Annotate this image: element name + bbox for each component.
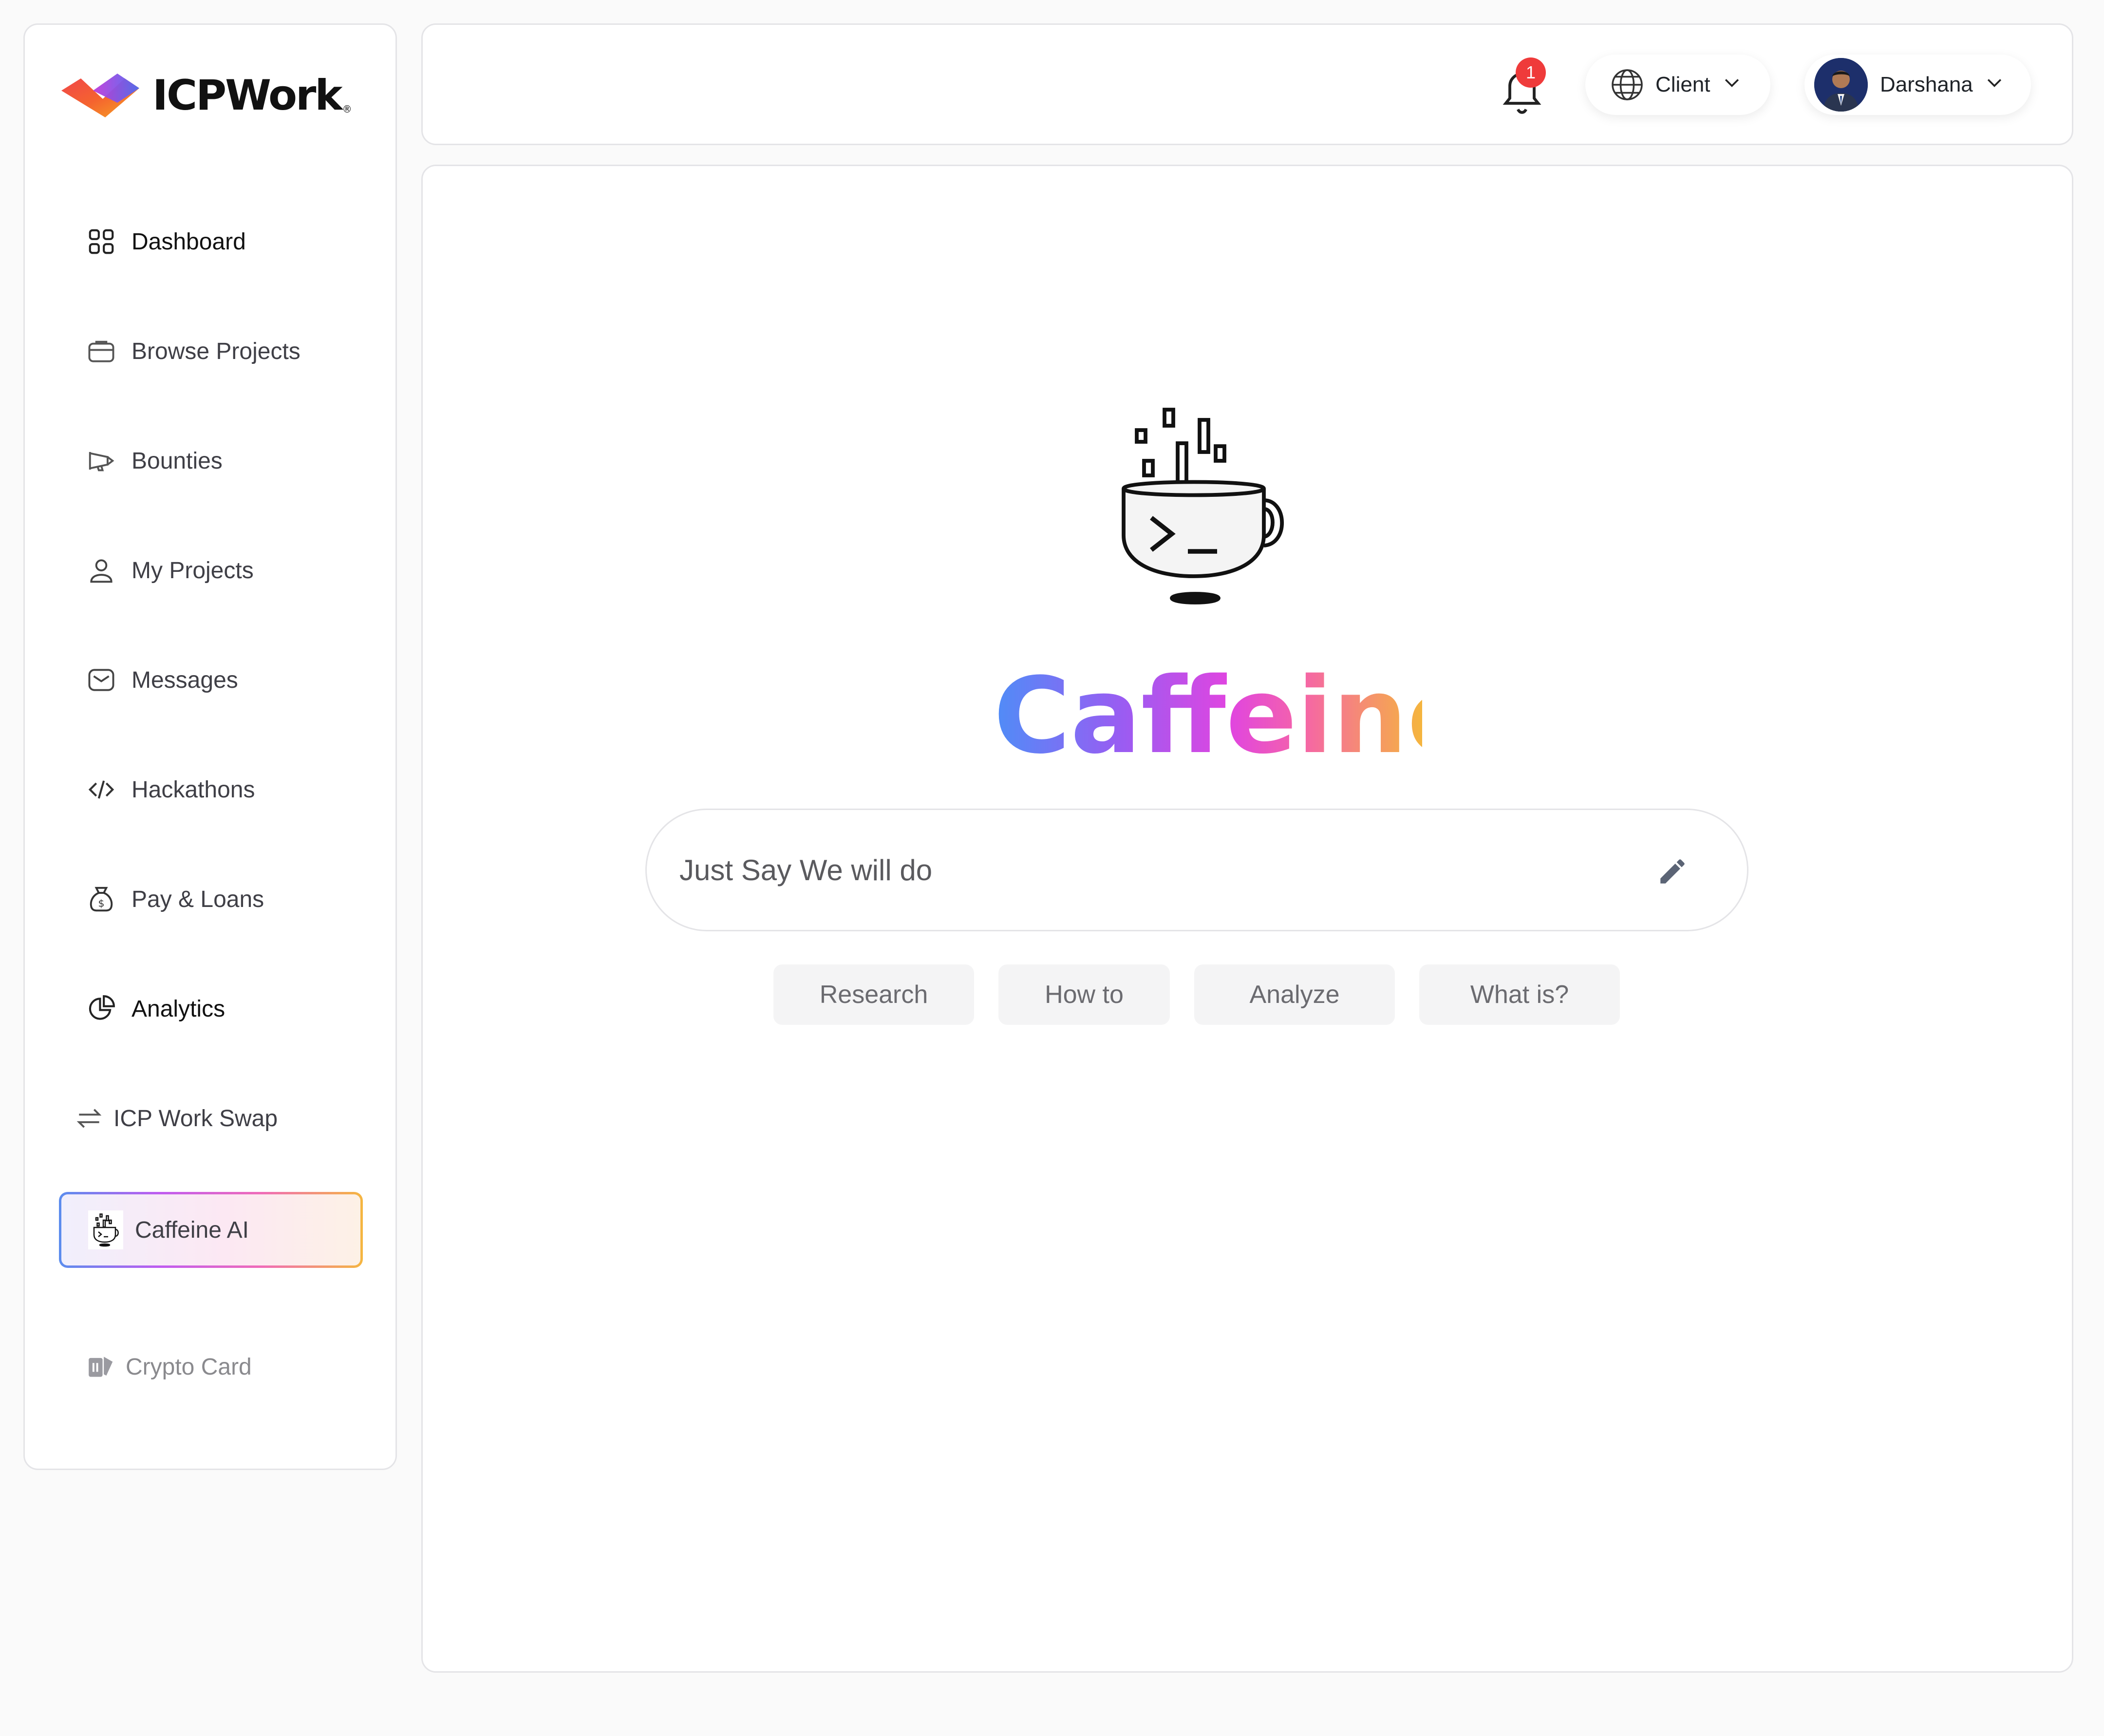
- prompt-input[interactable]: [678, 852, 1606, 887]
- sidebar-item-messages[interactable]: Messages: [86, 653, 238, 707]
- notification-badge: 1: [1516, 57, 1546, 88]
- sidebar-item-pay-loans[interactable]: $ Pay & Loans: [86, 872, 264, 926]
- sidebar-item-label: Analytics: [132, 996, 225, 1022]
- pencil-icon[interactable]: [1656, 855, 1689, 887]
- sidebar-item-label: Caffeine AI: [135, 1217, 249, 1243]
- money-bag-icon: $: [86, 884, 117, 915]
- chip-analyze[interactable]: Analyze: [1194, 964, 1395, 1025]
- caffeine-title: Caffeine: [994, 655, 1479, 777]
- sidebar-item-label: Hackathons: [132, 776, 255, 803]
- coffee-cup-icon: [88, 1210, 123, 1249]
- logo-text: ICPWork ®: [152, 71, 352, 120]
- code-icon: [86, 774, 117, 805]
- icpwork-logo[interactable]: ICPWork ®: [59, 66, 352, 125]
- chevron-down-icon: [1721, 72, 1743, 98]
- sidebar-item-label: Browse Projects: [132, 338, 301, 364]
- sidebar-item-label: ICP Work Swap: [113, 1105, 278, 1132]
- chip-what-is[interactable]: What is?: [1419, 964, 1620, 1025]
- grid-icon: [86, 226, 117, 257]
- chip-research[interactable]: Research: [773, 964, 974, 1025]
- user-menu[interactable]: Darshana: [1804, 55, 2031, 115]
- sidebar-item-label: My Projects: [132, 557, 254, 584]
- sidebar-item-dashboard[interactable]: Dashboard: [86, 215, 246, 268]
- coffee-terminal-icon: [1112, 407, 1287, 611]
- prompt-box: [645, 809, 1748, 931]
- avatar: [1814, 58, 1868, 112]
- pie-chart-icon: [86, 993, 117, 1024]
- sidebar-item-analytics[interactable]: Analytics: [86, 982, 225, 1036]
- sidebar-item-label: Bounties: [132, 448, 223, 474]
- sidebar-item-label: Messages: [132, 667, 238, 693]
- sidebar-item-label: Pay & Loans: [132, 886, 264, 912]
- globe-icon: [1610, 67, 1645, 102]
- mail-icon: [86, 664, 117, 696]
- sidebar-item-my-projects[interactable]: My Projects: [86, 544, 254, 597]
- user-name: Darshana: [1880, 73, 1973, 96]
- sidebar-item-bounties[interactable]: Bounties: [86, 434, 223, 488]
- chip-how-to[interactable]: How to: [998, 964, 1170, 1025]
- chevron-down-icon: [1984, 72, 2005, 98]
- role-label: Client: [1655, 73, 1710, 96]
- sidebar-item-browse-projects[interactable]: Browse Projects: [86, 324, 301, 378]
- sidebar-item-icp-work-swap[interactable]: ICP Work Swap: [74, 1092, 278, 1145]
- sidebar-item-label: Dashboard: [132, 228, 246, 255]
- icpwork-logo-mark: [61, 74, 139, 117]
- sidebar: ICPWork ® Dashboard Browse Projects Bount…: [23, 23, 397, 1470]
- swap-icon: [74, 1103, 105, 1134]
- svg-text:$: $: [98, 898, 104, 909]
- role-selector[interactable]: Client: [1585, 55, 1770, 115]
- user-icon: [86, 555, 117, 586]
- sidebar-item-hackathons[interactable]: Hackathons: [86, 763, 255, 816]
- sidebar-item-caffeine-ai[interactable]: Caffeine AI: [59, 1192, 363, 1268]
- briefcase-icon: [86, 336, 117, 367]
- sidebar-item-crypto-card[interactable]: Crypto Card: [86, 1340, 252, 1394]
- megaphone-icon: [86, 445, 117, 476]
- sidebar-item-label: Crypto Card: [126, 1354, 252, 1380]
- card-icon: [86, 1351, 117, 1382]
